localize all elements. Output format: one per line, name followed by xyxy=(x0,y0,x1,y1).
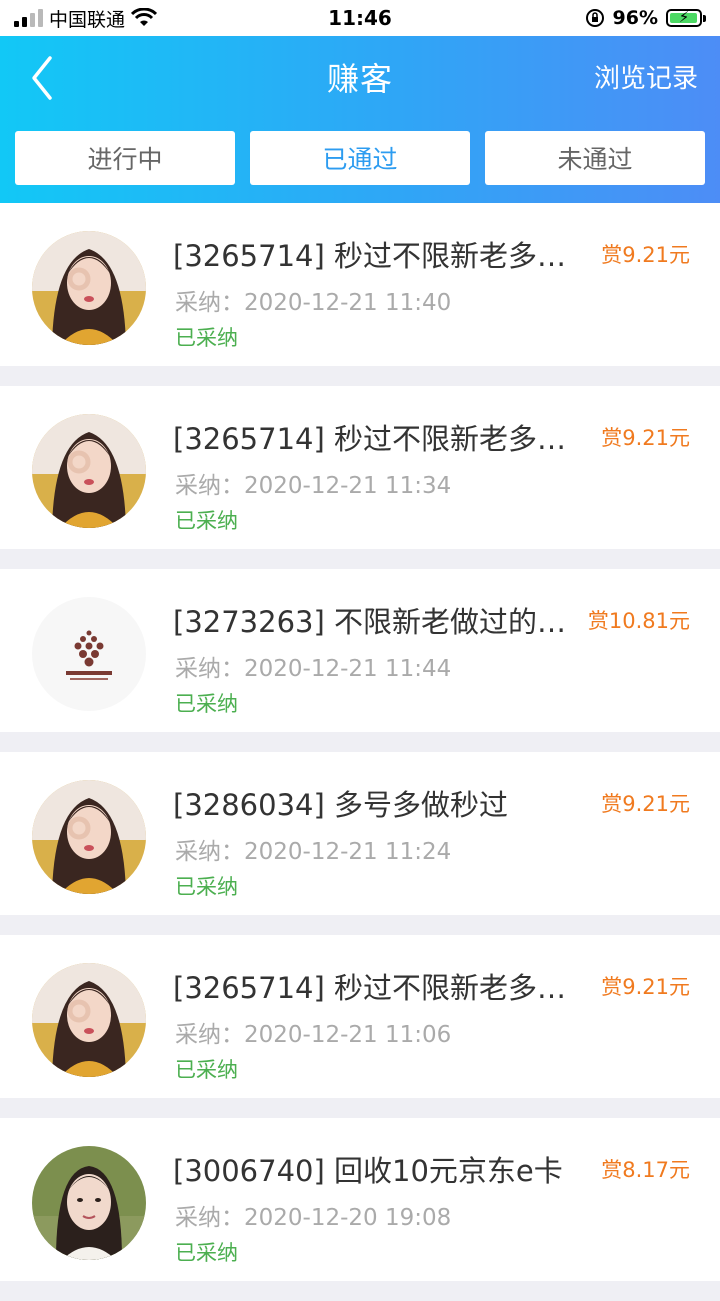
reward-amount: 赏9.21元 xyxy=(601,792,690,816)
tab-bar: 进行中 已通过 未通过 xyxy=(15,131,705,185)
status-badge: 已采纳 xyxy=(175,326,238,350)
task-title: [3265714] 秒过不限新老多做秒过 xyxy=(173,239,593,273)
header-bar: 赚客 浏览记录 进行中 已通过 未通过 xyxy=(0,36,720,203)
battery-percent: 96% xyxy=(612,7,658,29)
list-item[interactable]: [3273263] 不限新老做过的都可以 采纳：2020-12-21 11:44… xyxy=(0,569,720,732)
avatar xyxy=(32,231,146,345)
list-item[interactable]: [3286034] 多号多做秒过 采纳：2020-12-21 11:24 已采纳… xyxy=(0,752,720,915)
avatar xyxy=(32,597,146,711)
tab-rejected[interactable]: 未通过 xyxy=(485,131,705,185)
rotation-lock-icon xyxy=(585,9,604,27)
reward-amount: 赏9.21元 xyxy=(601,243,690,267)
reward-amount: 赏9.21元 xyxy=(601,426,690,450)
list-item[interactable]: [3265714] 秒过不限新老多做秒过 采纳：2020-12-21 11:40… xyxy=(0,203,720,366)
tab-approved[interactable]: 已通过 xyxy=(250,131,470,185)
adopted-time: 采纳：2020-12-20 19:08 xyxy=(175,1205,452,1231)
avatar xyxy=(32,1146,146,1260)
reward-amount: 赏9.21元 xyxy=(601,975,690,999)
status-badge: 已采纳 xyxy=(175,692,238,716)
avatar xyxy=(32,963,146,1077)
task-list: [3265714] 秒过不限新老多做秒过 采纳：2020-12-21 11:40… xyxy=(0,203,720,1301)
task-title: [3265714] 秒过不限新老多做秒过 xyxy=(173,422,593,456)
list-item[interactable]: [3265714] 秒过不限新老多做秒过 采纳：2020-12-21 11:34… xyxy=(0,386,720,549)
task-title: [3286034] 多号多做秒过 xyxy=(173,788,509,822)
task-title: [3006740] 回收10元京东e卡 xyxy=(173,1154,563,1188)
tab-in-progress[interactable]: 进行中 xyxy=(15,131,235,185)
adopted-time: 采纳：2020-12-21 11:06 xyxy=(175,1022,452,1048)
status-badge: 已采纳 xyxy=(175,509,238,533)
task-title: [3273263] 不限新老做过的都可以 xyxy=(173,605,593,639)
adopted-time: 采纳：2020-12-21 11:40 xyxy=(175,290,452,316)
status-badge: 已采纳 xyxy=(175,1058,238,1082)
battery-icon: ⚡ xyxy=(666,8,702,27)
adopted-time: 采纳：2020-12-21 11:34 xyxy=(175,473,452,499)
list-item[interactable]: [3006740] 回收10元京东e卡 采纳：2020-12-20 19:08 … xyxy=(0,1118,720,1281)
list-item[interactable]: [3265714] 秒过不限新老多做秒过 采纳：2020-12-21 11:06… xyxy=(0,935,720,1098)
status-badge: 已采纳 xyxy=(175,1241,238,1265)
adopted-time: 采纳：2020-12-21 11:44 xyxy=(175,656,452,682)
reward-amount: 赏10.81元 xyxy=(587,609,690,633)
avatar xyxy=(32,414,146,528)
avatar xyxy=(32,780,146,894)
browse-history-link[interactable]: 浏览记录 xyxy=(594,58,698,95)
reward-amount: 赏8.17元 xyxy=(601,1158,690,1182)
status-badge: 已采纳 xyxy=(175,875,238,899)
adopted-time: 采纳：2020-12-21 11:24 xyxy=(175,839,452,865)
status-bar: 中国联通 11:46 96% ⚡ xyxy=(0,0,720,36)
task-title: [3265714] 秒过不限新老多做秒过 xyxy=(173,971,593,1005)
